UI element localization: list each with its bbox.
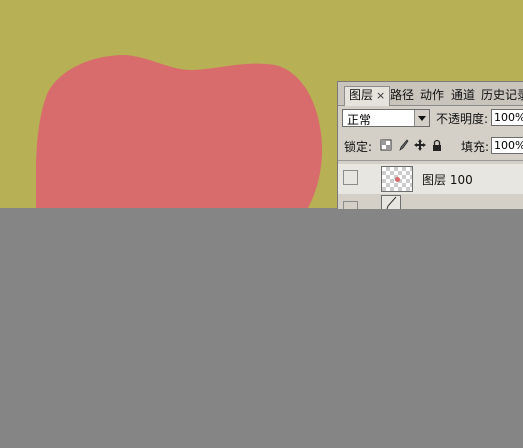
lock-all-icon[interactable] xyxy=(431,139,443,151)
blend-mode-value: 正常 xyxy=(347,113,372,127)
fill-input[interactable]: 100% xyxy=(491,137,523,154)
tab-paths[interactable]: 路径 xyxy=(390,87,414,105)
opacity-input[interactable]: 100% xyxy=(491,109,523,126)
tab-layers[interactable]: 图层 × xyxy=(344,86,391,106)
blend-mode-select[interactable]: 正常 xyxy=(342,109,430,127)
panel-tabbar: 图层× 路径 动作 通道 历史记录 xyxy=(338,82,523,106)
gray-overlay xyxy=(0,208,523,448)
chevron-down-icon[interactable] xyxy=(414,110,429,126)
divider xyxy=(338,160,523,161)
opacity-label: 不透明度: xyxy=(436,112,489,126)
layers-panel: 图层× 路径 动作 通道 历史记录 正常 不透明度: 100% 锁定: 填充: … xyxy=(337,81,523,209)
brush-icon xyxy=(381,195,401,209)
lock-move-icon[interactable] xyxy=(414,139,426,151)
layer-row[interactable] xyxy=(338,195,523,209)
close-icon[interactable]: × xyxy=(376,89,385,102)
tab-actions[interactable]: 动作 xyxy=(420,87,444,105)
layer-row[interactable]: 图层 100 xyxy=(338,164,523,194)
lock-transparency-icon[interactable] xyxy=(380,139,392,151)
tab-history[interactable]: 历史记录 xyxy=(481,87,523,105)
visibility-toggle[interactable] xyxy=(343,170,358,185)
thumbnail-dot xyxy=(395,177,400,182)
fill-label: 填充: xyxy=(461,140,490,154)
visibility-toggle[interactable] xyxy=(343,201,358,209)
lock-brush-icon[interactable] xyxy=(397,139,409,151)
tab-channels[interactable]: 通道 xyxy=(451,87,475,105)
layer-name: 图层 100 xyxy=(422,173,473,187)
lock-label: 锁定: xyxy=(344,140,373,154)
layer-thumbnail xyxy=(381,166,413,192)
